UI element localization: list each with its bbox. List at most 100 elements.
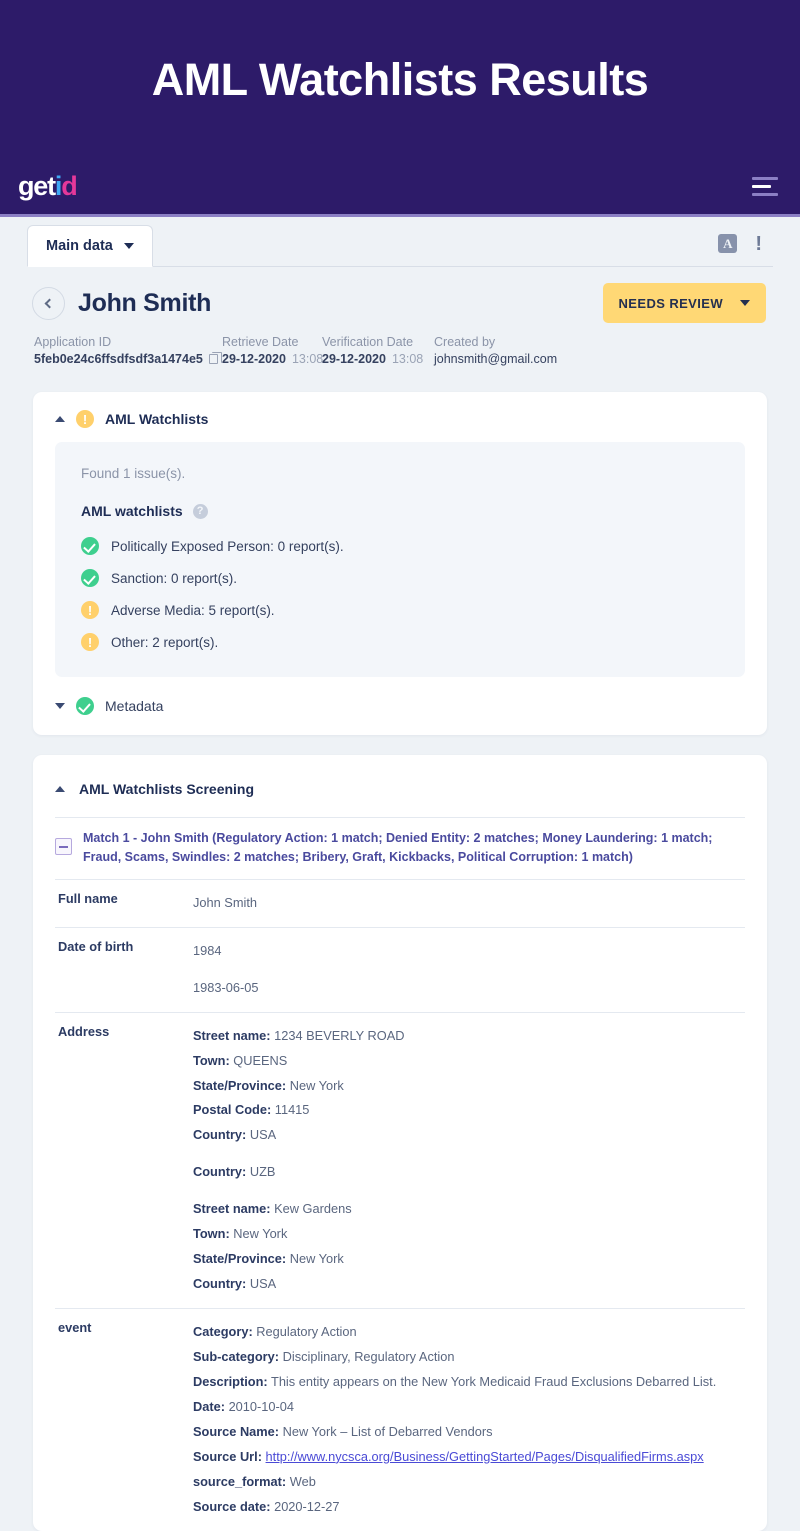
value-line-text: 2010-10-04 — [228, 1399, 295, 1414]
logo-part-d: d — [61, 170, 78, 201]
value-line-text: This entity appears on the New York Medi… — [271, 1374, 717, 1390]
value-line-label: Country: — [193, 1127, 247, 1143]
match-details-table: Full name John Smith Date of birth 1984 1983… — [33, 878, 767, 1531]
aml-section-header[interactable]: ! AML Watchlists — [33, 392, 767, 442]
warning-icon: ! — [81, 601, 99, 619]
value-line-label: State/Province: — [193, 1251, 287, 1267]
value-line: Source Name: New York – List of Debarred… — [193, 1420, 716, 1445]
table-row-value: John Smith — [193, 891, 257, 916]
page-title: John Smith — [78, 288, 212, 317]
getid-logo[interactable]: getid — [18, 170, 78, 201]
meta-application-id: Application ID 5feb0e24c6ffsdfsdf3a1474e… — [34, 335, 222, 366]
value-line: Street name: Kew Gardens — [193, 1197, 405, 1222]
meta-retrieve-date-label: Retrieve Date — [222, 335, 299, 349]
value-line: Postal Code: 11415 — [193, 1098, 405, 1123]
value-line-text: Web — [289, 1473, 316, 1489]
value-line-text: New York — [289, 1251, 344, 1267]
tab-main-data[interactable]: Main data — [27, 225, 153, 267]
aml-panel-subtitle: AML watchlists ? — [81, 503, 719, 519]
table-row-value: Category: Regulatory Action Sub-category:… — [193, 1320, 716, 1520]
value-line: Town: New York — [193, 1222, 405, 1247]
list-item-label: Other: 2 report(s). — [111, 634, 219, 650]
collapse-triangle-icon[interactable] — [55, 786, 65, 792]
value-line-text: Regulatory Action — [256, 1324, 357, 1340]
value-line-text: USA — [249, 1127, 277, 1143]
value-line-label: Description: — [193, 1374, 268, 1390]
hamburger-line-1 — [752, 176, 778, 180]
help-icon[interactable]: ? — [192, 503, 208, 519]
application-meta: Application ID 5feb0e24c6ffsdfsdf3a1474e… — [0, 323, 800, 366]
screening-section-header[interactable]: AML Watchlists Screening — [33, 755, 767, 817]
value-line-text: QUEENS — [233, 1052, 288, 1068]
back-button[interactable] — [32, 286, 65, 320]
metadata-section-header[interactable]: Metadata — [33, 683, 767, 735]
value-line: Source Url: http://www.nycsca.org/Busine… — [193, 1445, 716, 1470]
check-circle-icon — [81, 569, 99, 587]
value-group: John Smith — [193, 891, 257, 916]
pdf-export-icon[interactable]: A — [718, 234, 738, 253]
table-row-value: 1984 1983-06-05 — [193, 939, 258, 1001]
value-line-label: Street name: — [193, 1027, 271, 1043]
value-line-text: USA — [249, 1276, 277, 1292]
list-item-label: Sanction: 0 report(s). — [111, 570, 238, 586]
value-line-text: 1983-06-05 — [193, 979, 259, 995]
source-url-link[interactable]: http://www.nycsca.org/Business/GettingSt… — [266, 1449, 704, 1464]
page-header: John Smith NEEDS REVIEW — [0, 267, 800, 323]
metadata-label: Metadata — [105, 698, 164, 714]
page-hero-title: AML Watchlists Results — [151, 53, 649, 105]
found-issues-text: Found 1 issue(s). — [81, 466, 186, 481]
list-item: Politically Exposed Person: 0 report(s). — [81, 537, 719, 555]
value-line: Description: This entity appears on the … — [193, 1370, 716, 1395]
value-line-label: Sub-category: — [193, 1349, 280, 1365]
copy-icon[interactable] — [208, 352, 222, 364]
check-circle-icon — [81, 537, 99, 555]
value-line-text: 2020-12-27 — [274, 1498, 340, 1514]
expand-triangle-icon[interactable] — [55, 703, 65, 709]
application-id-text: 5feb0e24c6ffsdfsdf3a1474e5 — [34, 352, 203, 366]
value-line: Country: USA — [193, 1123, 405, 1148]
value-line-label: Category: — [193, 1324, 253, 1340]
aml-watchlists-card: ! AML Watchlists Found 1 issue(s). AML w… — [33, 392, 767, 735]
table-row-key: Full name — [58, 890, 118, 906]
retrieve-date-text: 29-12-2020 — [222, 352, 286, 366]
meta-retrieve-date: Retrieve Date 29-12-2020 13:08 — [222, 335, 323, 366]
hamburger-line-2 — [752, 184, 771, 188]
aml-inner-panel: Found 1 issue(s). AML watchlists ? Polit… — [55, 442, 745, 677]
value-line: source_format: Web — [193, 1470, 716, 1495]
verification-time-text: 13:08 — [391, 352, 424, 366]
collapse-minus-icon[interactable] — [55, 838, 72, 855]
hamburger-line-3 — [752, 192, 778, 196]
table-row-key: event — [58, 1320, 92, 1336]
chevron-down-icon — [123, 243, 134, 249]
collapse-triangle-icon[interactable] — [55, 416, 65, 422]
table-row: event Category: Regulatory Action Sub-cate… — [55, 1308, 745, 1531]
value-line-label: Country: — [193, 1276, 247, 1292]
tab-actions: A ! — [718, 234, 762, 254]
value-line: Source date: 2020-12-27 — [193, 1495, 716, 1520]
table-row-key: Date of birth — [58, 938, 134, 954]
value-line-text: UZB — [249, 1164, 276, 1180]
meta-created-by-value: johnsmith@gmail.com — [434, 352, 557, 366]
verification-date-text: 29-12-2020 — [322, 352, 386, 366]
value-line: Town: QUEENS — [193, 1049, 405, 1074]
value-line-text: New York — [289, 1077, 344, 1093]
match-header[interactable]: Match 1 - John Smith (Regulatory Action:… — [33, 818, 767, 879]
meta-retrieve-date-value: 29-12-2020 13:08 — [222, 352, 323, 366]
more-options-icon[interactable]: ! — [755, 234, 762, 254]
value-line-text: New York – List of Debarred Vendors — [282, 1423, 493, 1439]
value-line-label: Source Name: — [193, 1423, 280, 1439]
table-row: Full name John Smith — [55, 878, 745, 927]
created-by-text: johnsmith@gmail.com — [434, 352, 558, 366]
page-root: AML Watchlists Results getid Main data A… — [0, 0, 800, 1531]
value-line: Country: USA — [193, 1272, 405, 1297]
value-line-text: Kew Gardens — [274, 1201, 352, 1217]
value-line-label: Town: — [193, 1052, 230, 1068]
value-line-text: 1984 — [193, 942, 222, 958]
hamburger-icon[interactable] — [752, 176, 778, 196]
status-badge[interactable]: NEEDS REVIEW — [602, 283, 766, 323]
value-line-label: Date: — [193, 1399, 225, 1414]
value-line-text: John Smith — [193, 894, 258, 910]
tab-bar: Main data A ! — [0, 217, 800, 267]
value-line-text: Disciplinary, Regulatory Action — [282, 1349, 455, 1365]
value-line-label: Postal Code: — [193, 1102, 272, 1118]
